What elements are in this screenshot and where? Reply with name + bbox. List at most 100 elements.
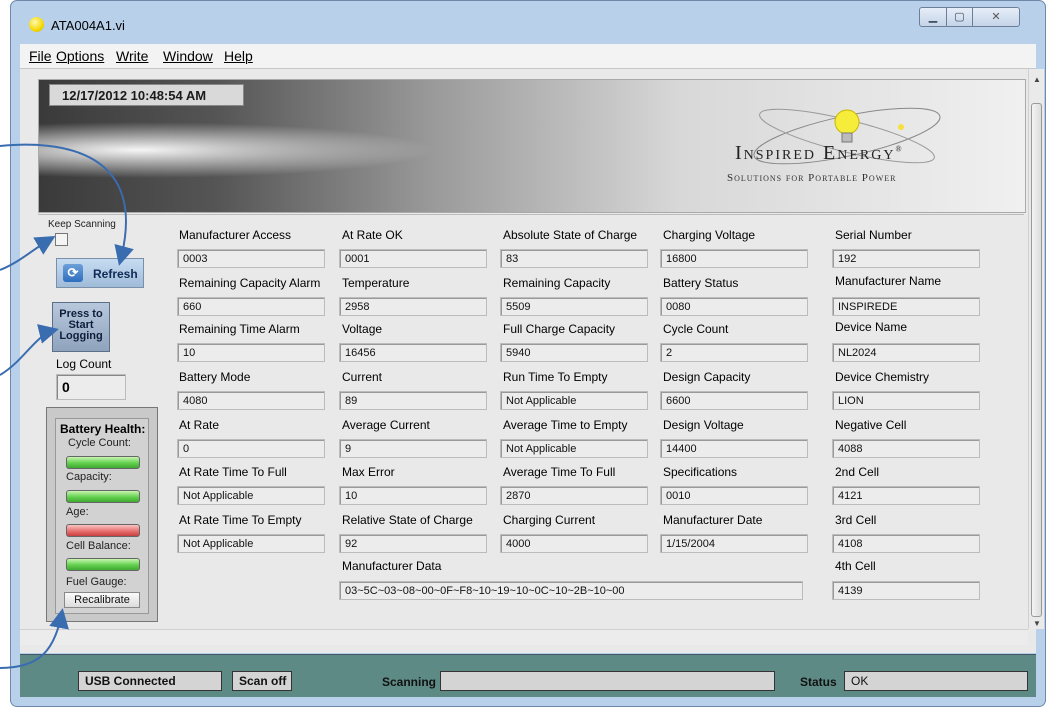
status-label: Status — [800, 675, 837, 689]
age-health-label: Age: — [66, 506, 89, 518]
at-rate-value: 0 — [177, 439, 325, 458]
header-banner: 12/17/2012 10:48:54 AM Inspired Energy® … — [38, 79, 1026, 213]
second-cell-label: 2nd Cell — [835, 465, 880, 479]
device-chemistry-label: Device Chemistry — [835, 370, 930, 384]
scroll-down-icon[interactable]: ▼ — [1033, 619, 1041, 628]
design-capacity-value: 6600 — [660, 391, 808, 410]
current-label: Current — [342, 370, 383, 384]
run-time-to-empty-label: Run Time To Empty — [503, 370, 608, 384]
minimize-button[interactable]: ▁ — [919, 7, 947, 27]
cycle-count-health-indicator — [66, 456, 140, 469]
manufacturer-date-label: Manufacturer Date — [663, 513, 763, 527]
full-charge-capacity-label: Full Charge Capacity — [503, 322, 616, 336]
scan-state-indicator: Scan off — [232, 671, 292, 691]
menu-file[interactable]: File — [29, 48, 52, 64]
keep-scanning-checkbox[interactable] — [55, 233, 68, 246]
remaining-capacity-label: Remaining Capacity — [503, 276, 611, 290]
refresh-label: Refresh — [93, 267, 138, 281]
maximize-button[interactable]: ▢ — [946, 7, 973, 27]
refresh-button[interactable]: ⟳ Refresh — [56, 258, 144, 288]
manufacturer-data-label: Manufacturer Data — [342, 559, 442, 573]
menu-window[interactable]: Window — [163, 48, 213, 64]
manufacturer-date-value: 1/15/2004 — [660, 534, 808, 553]
horizontal-scrollbar[interactable] — [20, 629, 1028, 645]
battery-health-title: Battery Health: — [60, 422, 146, 436]
manufacturer-name-value: INSPIREDE — [832, 297, 980, 316]
recalibrate-button[interactable]: Recalibrate — [64, 592, 140, 608]
at-rate-time-to-full-label: At Rate Time To Full — [179, 465, 287, 479]
menu-options[interactable]: Options — [56, 48, 104, 64]
at-rate-time-to-empty-label: At Rate Time To Empty — [179, 513, 302, 527]
capacity-health-indicator — [66, 490, 140, 503]
remaining-capacity-alarm-value: 660 — [177, 297, 325, 316]
menu-help[interactable]: Help — [224, 48, 253, 64]
keep-scanning-label: Keep Scanning — [48, 219, 116, 230]
at-rate-time-to-empty-value: Not Applicable — [177, 534, 325, 553]
charging-current-value: 4000 — [500, 534, 648, 553]
specifications-label: Specifications — [663, 465, 738, 479]
battery-status-value: 0080 — [660, 297, 808, 316]
average-time-to-empty-label: Average Time to Empty — [503, 418, 628, 432]
charging-voltage-label: Charging Voltage — [663, 228, 756, 242]
average-time-to-full-value: 2870 — [500, 486, 648, 505]
max-error-value: 10 — [339, 486, 487, 505]
scanning-progress — [440, 671, 775, 691]
temperature-label: Temperature — [342, 276, 410, 290]
relative-state-of-charge-label: Relative State of Charge — [342, 513, 473, 527]
third-cell-label: 3rd Cell — [835, 513, 877, 527]
charging-current-label: Charging Current — [503, 513, 596, 527]
scroll-thumb[interactable] — [1031, 103, 1042, 617]
logo-tagline: Solutions for Portable Power — [727, 172, 897, 184]
battery-health-inner: Battery Health: Cycle Count: Capacity: A… — [55, 418, 149, 614]
datetime-display: 12/17/2012 10:48:54 AM — [49, 84, 244, 106]
voltage-label: Voltage — [342, 322, 383, 336]
cycle-count-health-label: Cycle Count: — [68, 437, 131, 449]
battery-mode-label: Battery Mode — [179, 370, 251, 384]
cell-balance-health-label: Cell Balance: — [66, 540, 131, 552]
cycle-count-label: Cycle Count — [663, 322, 729, 336]
average-time-to-full-label: Average Time To Full — [503, 465, 616, 479]
device-name-label: Device Name — [835, 320, 908, 334]
remaining-capacity-alarm-label: Remaining Capacity Alarm — [179, 276, 321, 290]
second-cell-value: 4121 — [832, 486, 980, 505]
remaining-capacity-value: 5509 — [500, 297, 648, 316]
battery-mode-value: 4080 — [177, 391, 325, 410]
scanning-label: Scanning — [382, 675, 437, 689]
battery-status-label: Battery Status — [663, 276, 739, 290]
design-voltage-value: 14400 — [660, 439, 808, 458]
average-time-to-empty-value: Not Applicable — [500, 439, 648, 458]
remaining-time-alarm-value: 10 — [177, 343, 325, 362]
manufacturer-access-label: Manufacturer Access — [179, 228, 292, 242]
start-logging-button[interactable]: Press to Start Logging — [52, 302, 110, 352]
vertical-scrollbar[interactable]: ▲ ▼ — [1028, 69, 1044, 629]
menu-write[interactable]: Write — [116, 48, 148, 64]
scroll-up-icon[interactable]: ▲ — [1033, 75, 1041, 84]
banner-divider — [38, 214, 1024, 215]
manufacturer-data-value: 03~5C~03~08~00~0F~F8~10~19~10~0C~10~2B~1… — [339, 581, 803, 600]
usb-connection-indicator: USB Connected — [78, 671, 222, 691]
status-value: OK — [844, 671, 1028, 691]
battery-health-panel: Battery Health: Cycle Count: Capacity: A… — [46, 407, 158, 622]
at-rate-ok-value: 0001 — [339, 249, 487, 268]
serial-number-label: Serial Number — [835, 228, 912, 242]
relative-state-of-charge-value: 92 — [339, 534, 487, 553]
design-capacity-label: Design Capacity — [663, 370, 751, 384]
manufacturer-name-label: Manufacturer Name — [835, 274, 942, 288]
average-current-value: 9 — [339, 439, 487, 458]
absolute-state-of-charge-value: 83 — [500, 249, 648, 268]
remaining-time-alarm-label: Remaining Time Alarm — [179, 322, 300, 336]
absolute-state-of-charge-label: Absolute State of Charge — [503, 228, 638, 242]
manufacturer-access-value: 0003 — [177, 249, 325, 268]
design-voltage-label: Design Voltage — [663, 418, 744, 432]
close-button[interactable]: ✕ — [972, 7, 1020, 27]
inspired-energy-logo: Inspired Energy® Solutions for Portable … — [727, 94, 987, 204]
fuel-gauge-health-label: Fuel Gauge: — [66, 576, 127, 588]
status-bar: USB Connected Scan off Scanning Status O… — [20, 654, 1036, 697]
device-chemistry-value: LION — [832, 391, 980, 410]
fourth-cell-label: 4th Cell — [835, 559, 876, 573]
full-charge-capacity-value: 5940 — [500, 343, 648, 362]
title-bar: ATA004A1.vi ▁ ▢ ✕ — [11, 1, 1045, 39]
voltage-value: 16456 — [339, 343, 487, 362]
logging-label-line3: Logging — [59, 330, 103, 342]
cell-balance-health-indicator — [66, 558, 140, 571]
